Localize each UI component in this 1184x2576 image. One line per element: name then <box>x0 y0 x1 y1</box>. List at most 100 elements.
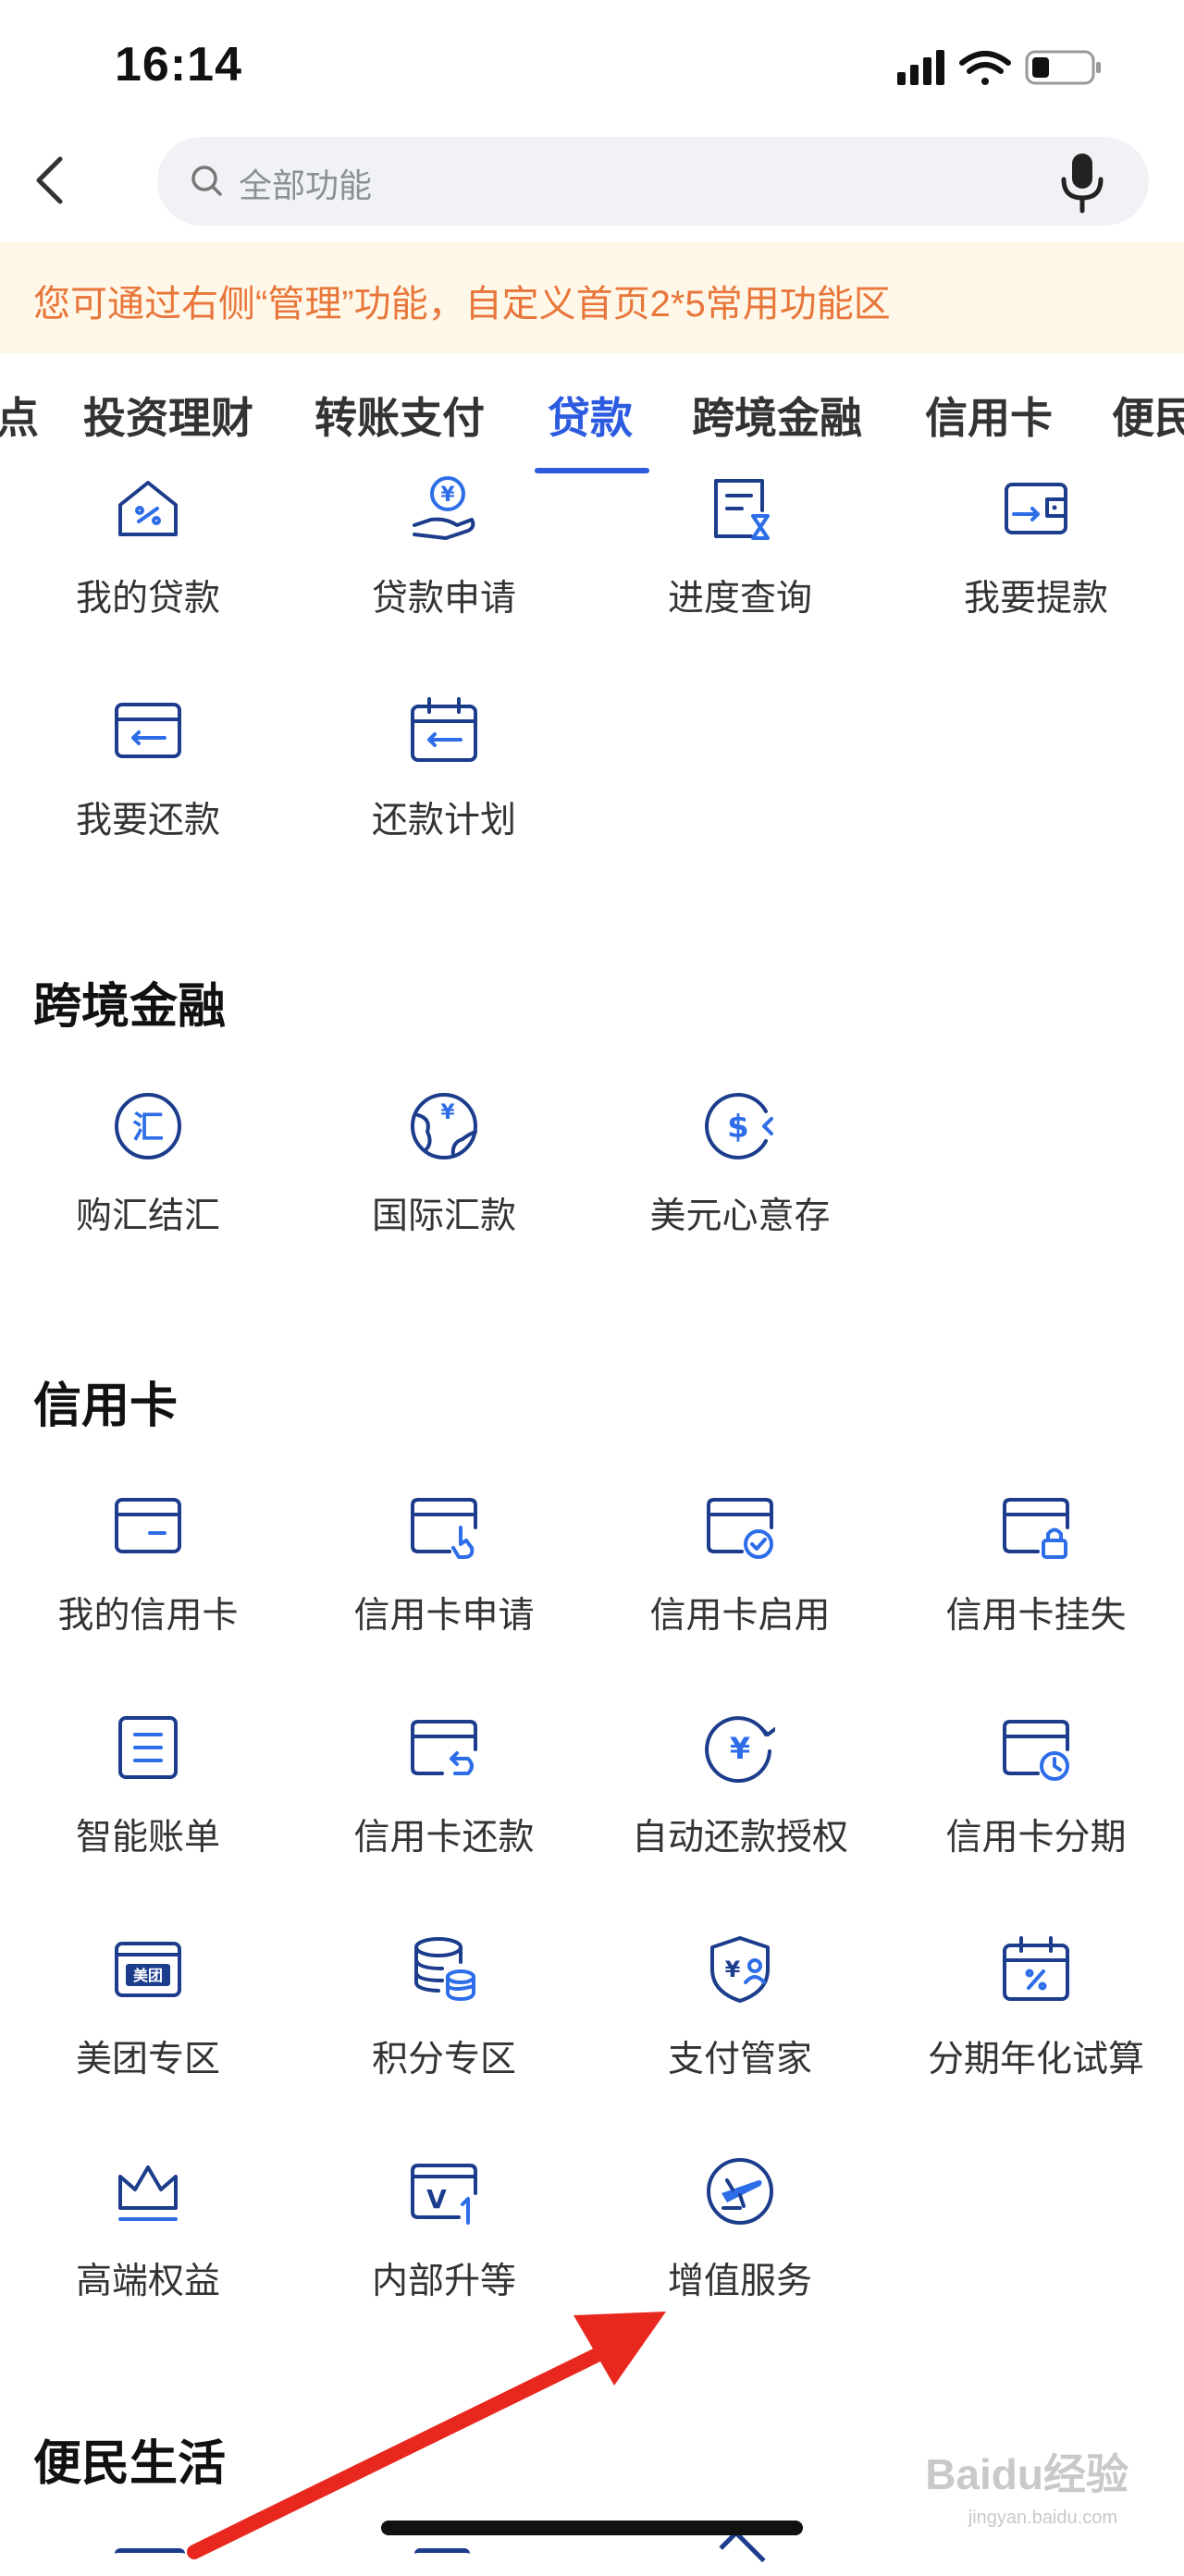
credit-item-report-loss[interactable]: 信用卡挂失 <box>888 1490 1184 1694</box>
credit-item-repayment[interactable]: 信用卡还款 <box>296 1712 592 1916</box>
credit-card-icon <box>115 1498 181 1553</box>
loan-item-apply[interactable]: ¥ 贷款申请 <box>296 473 592 677</box>
credit-item-pay-manager[interactable]: ¥ 支付管家 <box>592 1934 888 2138</box>
notice-text: 您可通过右侧“管理”功能，自定义首页2*5常用功能区 <box>33 284 891 325</box>
item-label: 信用卡还款 <box>353 1818 535 1858</box>
search-input[interactable]: 全部功能 <box>157 137 1149 226</box>
annotation-arrow-icon <box>187 2312 666 2559</box>
tab-life[interactable]: 便民 <box>1112 385 1184 446</box>
item-label: 美元心意存 <box>649 1196 831 1236</box>
credit-item-apply[interactable]: 信用卡申请 <box>296 1490 592 1694</box>
svg-text:¥: ¥ <box>440 484 455 507</box>
exchange-icon: 汇 <box>115 1093 181 1159</box>
document-hourglass-icon <box>714 479 770 540</box>
card-tap-icon <box>411 1498 477 1559</box>
credit-item-installment[interactable]: 信用卡分期 <box>888 1712 1184 1916</box>
svg-text:¥: ¥ <box>440 1101 455 1124</box>
loan-item-progress[interactable]: 进度查询 <box>592 473 888 677</box>
item-label: 我要还款 <box>75 801 220 840</box>
calendar-return-icon <box>411 697 477 762</box>
watermark-url: jingyan.baidu.com <box>968 2508 1117 2528</box>
meituan-icon: 美团 <box>115 1942 181 1997</box>
loan-item-my-loan[interactable]: 我的贷款 <box>0 473 296 677</box>
credit-item-smart-bill[interactable]: 智能账单 <box>0 1712 296 1916</box>
section-title-credit-card: 信用卡 <box>33 1380 179 1433</box>
item-label: 信用卡分期 <box>945 1818 1127 1858</box>
credit-item-meituan[interactable]: 美团 美团专区 <box>0 1934 296 2138</box>
tab-loan[interactable]: 贷款 <box>548 385 633 446</box>
item-label: 信用卡启用 <box>649 1596 831 1636</box>
item-label: 信用卡申请 <box>353 1596 535 1636</box>
loan-item-plan[interactable]: 还款计划 <box>296 695 592 899</box>
status-time: 16:14 <box>115 38 242 92</box>
battery-icon <box>1025 50 1101 85</box>
item-label: 自动还款授权 <box>631 1818 848 1858</box>
tab-partial-left[interactable]: 点 <box>0 385 39 446</box>
card-check-icon <box>707 1498 773 1559</box>
item-label: 智能账单 <box>75 1818 220 1858</box>
item-label: 美团专区 <box>75 2040 220 2079</box>
credit-item-auto-repay[interactable]: ¥ 自动还款授权 <box>592 1712 888 1916</box>
calendar-percent-icon <box>1003 1936 1069 2001</box>
category-tabs: 点 投资理财 转账支付 贷款 跨境金融 信用卡 便民 <box>0 362 1184 483</box>
loan-item-repay[interactable]: 我要还款 <box>0 695 296 899</box>
card-upgrade-icon: V <box>411 2164 477 2225</box>
item-label: 我要提款 <box>963 579 1108 619</box>
microphone-icon[interactable] <box>1056 150 1108 215</box>
section-title-cross-border: 跨境金融 <box>33 980 227 1034</box>
auto-yuan-icon: ¥ <box>705 1716 775 1783</box>
wallet-icon <box>1005 483 1067 534</box>
credit-item-activate[interactable]: 信用卡启用 <box>592 1490 888 1694</box>
item-label: 我的贷款 <box>75 579 220 619</box>
svg-text:$: $ <box>727 1109 749 1146</box>
card-return-icon <box>115 703 181 758</box>
loan-item-withdraw[interactable]: 我要提款 <box>888 473 1184 677</box>
status-icons <box>897 50 1101 85</box>
hand-yuan-icon: ¥ <box>413 476 475 540</box>
crown-icon <box>118 2165 178 2221</box>
chevron-left-icon <box>36 156 63 204</box>
tab-investment[interactable]: 投资理财 <box>83 385 253 446</box>
svg-text:汇: 汇 <box>132 1110 164 1147</box>
bill-icon <box>118 1716 178 1779</box>
cross-item-usd-deposit[interactable]: $ 美元心意存 <box>592 1091 888 1294</box>
item-label: 贷款申请 <box>371 579 516 619</box>
tab-transfer[interactable]: 转账支付 <box>314 385 485 446</box>
item-label: 我的信用卡 <box>57 1596 239 1636</box>
search-placeholder: 全部功能 <box>239 166 373 204</box>
home-indicator[interactable] <box>381 2521 803 2535</box>
tab-credit-card[interactable]: 信用卡 <box>925 385 1053 446</box>
shield-user-icon: ¥ <box>710 1936 770 2003</box>
back-button[interactable] <box>18 139 83 222</box>
card-repay-icon <box>411 1720 477 1775</box>
credit-item-points[interactable]: 积分专区 <box>296 1934 592 2138</box>
dollar-coin-icon: $ <box>705 1093 773 1159</box>
credit-item-my-card[interactable]: 我的信用卡 <box>0 1490 296 1694</box>
signal-icon <box>897 50 944 85</box>
points-stack-icon <box>414 1937 475 2001</box>
cross-item-exchange[interactable]: 汇 购汇结汇 <box>0 1091 296 1294</box>
wifi-icon <box>959 51 1011 85</box>
item-label: 还款计划 <box>371 801 516 840</box>
cross-item-remit[interactable]: ¥ 国际汇款 <box>296 1091 592 1294</box>
meituan-badge: 美团 <box>133 1967 163 1984</box>
svg-text:¥: ¥ <box>725 1957 741 1982</box>
item-label: 国际汇款 <box>371 1196 516 1236</box>
item-label: 信用卡挂失 <box>945 1596 1127 1636</box>
svg-text:¥: ¥ <box>730 1731 750 1766</box>
notice-banner: 您可通过右侧“管理”功能，自定义首页2*5常用功能区 <box>0 242 1184 353</box>
watermark-logo: Baidu经验 <box>925 2450 1128 2498</box>
plane-icon <box>707 2158 773 2225</box>
card-lock-icon <box>1003 1498 1069 1559</box>
globe-yuan-icon: ¥ <box>411 1093 477 1159</box>
item-label: 积分专区 <box>371 2040 516 2079</box>
tab-cross-border[interactable]: 跨境金融 <box>692 385 862 446</box>
search-icon <box>191 166 222 196</box>
item-label: 购汇结汇 <box>75 1196 220 1236</box>
house-percent-icon <box>118 481 178 536</box>
item-label: 支付管家 <box>667 2040 812 2079</box>
item-label: 进度查询 <box>667 579 812 619</box>
upgrade-badge: V <box>426 2184 447 2214</box>
card-clock-icon <box>1003 1720 1069 1781</box>
credit-item-apr-calc[interactable]: 分期年化试算 <box>888 1934 1184 2138</box>
